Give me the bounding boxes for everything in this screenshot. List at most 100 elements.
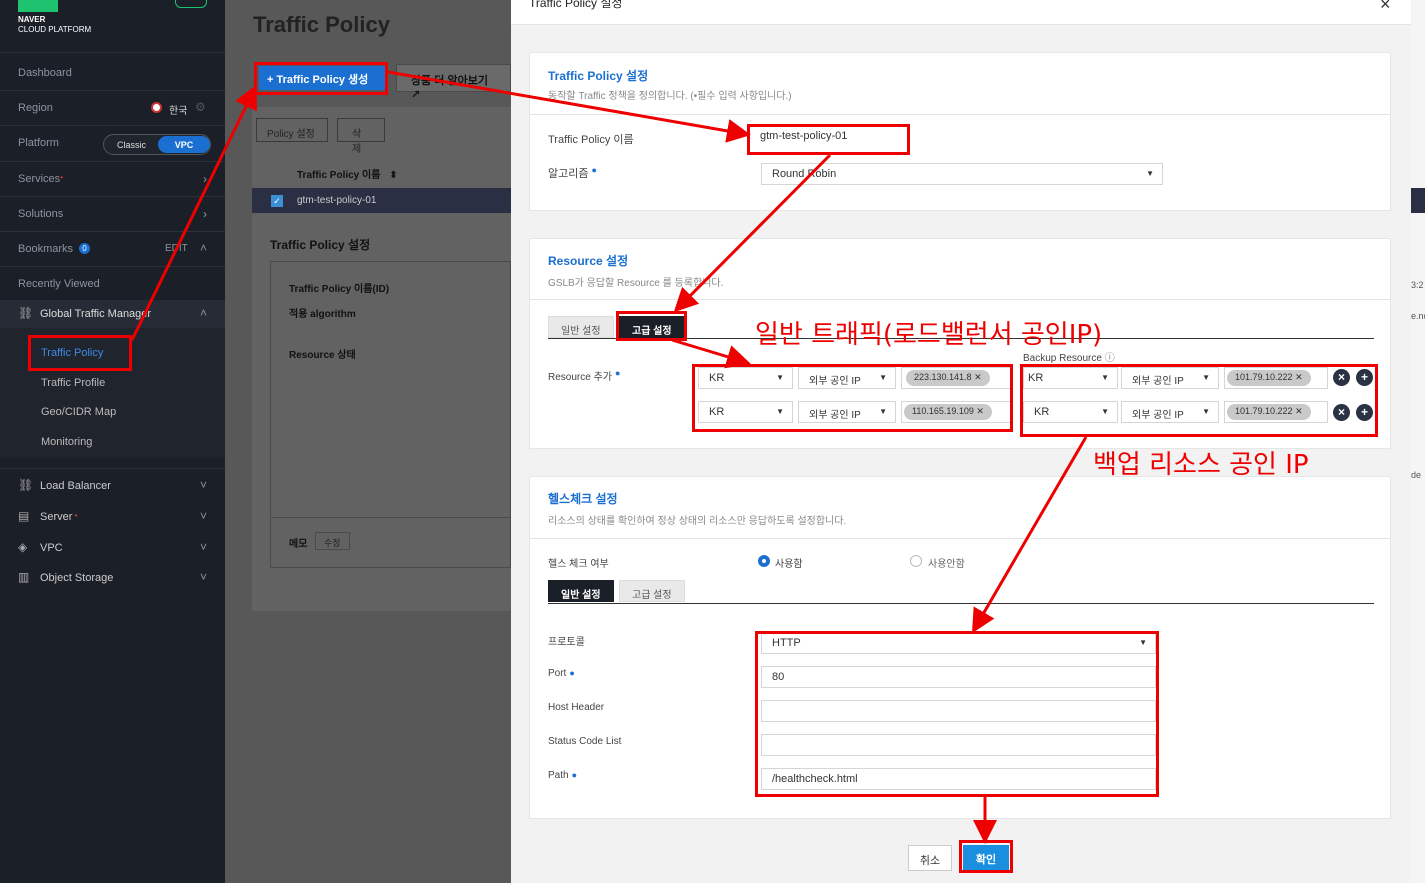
backup-ip-chip[interactable]: 101.79.10.222 ✕ [1227,404,1311,420]
caret-down-icon: ▼ [1101,407,1109,416]
radio-use[interactable] [758,555,770,567]
sidebar-item-geo-cidr-map[interactable]: Geo/CIDR Map [41,406,116,418]
platform-toggle[interactable]: Classic VPC [103,134,211,155]
naver-logo[interactable] [18,0,58,12]
chevron-down-icon[interactable]: ˅ [200,570,207,584]
tab-basic[interactable]: 일반 설정 [548,316,614,338]
korea-flag-icon [151,102,162,113]
sidebar-item-monitoring[interactable]: Monitoring [41,436,92,448]
caret-down-icon: ▼ [879,407,887,416]
table-header-name[interactable]: Traffic Policy 이름 ⬍ [297,166,398,181]
backup-type-select[interactable]: 외부 공인 IP ▼ [1121,401,1219,423]
protocol-select[interactable]: HTTP ▼ [761,632,1156,654]
right-strip-text: de [1411,470,1422,480]
right-strip-text: 3:2 [1411,280,1424,290]
port-label: Port ● [548,668,575,679]
sidebar-vpc[interactable]: VPC [40,542,63,554]
sidebar-item-traffic-policy[interactable]: Traffic Policy [41,347,103,359]
chevron-up-icon[interactable]: ˄ [200,306,207,320]
backup-region-select[interactable]: KR ▼ [1023,367,1118,389]
remove-icon[interactable]: ✕ [976,406,984,416]
caret-down-icon: ▼ [1202,373,1210,382]
detail-resource-label: Resource 상태 [289,350,356,361]
sidebar-item-traffic-profile[interactable]: Traffic Profile [41,377,105,389]
sidebar-bookmarks[interactable]: Bookmarks [18,243,73,255]
remove-row-icon[interactable]: × [1333,404,1350,421]
path-input[interactable]: /healthcheck.html [761,768,1156,790]
chevron-down-icon[interactable]: ˅ [200,540,207,554]
resource-ip-chip[interactable]: 223.130.141.8 ✕ [906,370,990,386]
table-row[interactable] [252,188,511,213]
caret-down-icon: ▼ [1146,169,1154,178]
bookmarks-edit[interactable]: EDIT [165,243,188,254]
algorithm-select[interactable]: Round Robin ▼ [761,163,1163,185]
sidebar-dashboard[interactable]: Dashboard [18,67,72,79]
resource-type-select[interactable]: 외부 공인 IP ▼ [798,367,896,389]
backup-type-select[interactable]: 외부 공인 IP ▼ [1121,367,1219,389]
sidebar-solutions[interactable]: Solutions [18,208,63,220]
resource-ip-chip[interactable]: 110.165.19.109 ✕ [904,404,992,420]
tab-basic[interactable]: 일반 설정 [548,580,614,602]
help-icon[interactable]: ⓘ [1105,353,1115,364]
add-row-icon[interactable]: + [1356,369,1373,386]
path-label: Path ● [548,770,578,781]
port-input[interactable]: 80 [761,666,1156,688]
learn-more-link[interactable]: 상품 더 알아보기 ↗ [396,64,511,101]
radio-nouse[interactable] [910,555,922,567]
chevron-down-icon[interactable]: ˅ [200,478,207,492]
row-policy-name: gtm-test-policy-01 [297,195,377,206]
vpc-icon: ◈ [18,540,28,554]
remove-icon[interactable]: ✕ [1295,372,1303,382]
caret-down-icon: ▼ [776,407,784,416]
chevron-down-icon[interactable]: ˅ [200,509,207,523]
close-icon[interactable]: × [1380,0,1391,15]
resource-type-select[interactable]: 외부 공인 IP ▼ [798,401,896,423]
backup-ip-chip[interactable]: 101.79.10.222 ✕ [1227,370,1311,386]
backup-region-select[interactable]: KR ▼ [1023,401,1118,423]
sidebar: NAVER CLOUD PLATFORM Dashboard Region 한국… [0,0,225,883]
tab-advanced[interactable]: 고급 설정 [619,580,685,602]
host-header-input[interactable] [761,700,1156,722]
divider [0,266,225,267]
memo-edit-button[interactable]: 수정 [315,532,350,550]
sidebar-object-storage[interactable]: Object Storage [40,572,113,584]
add-row-icon[interactable]: + [1356,404,1373,421]
status-code-input[interactable] [761,734,1156,756]
platform-classic[interactable]: Classic [117,140,146,150]
confirm-button[interactable]: 확인 [963,845,1009,871]
region-value[interactable]: 한국 [169,102,187,117]
policy-name-input[interactable]: gtm-test-policy-01 [749,126,907,148]
backup-resource-label: Backup Resource ⓘ [1023,353,1115,364]
caret-down-icon: ▼ [1101,373,1109,382]
healthcheck-toggle-label: 헬스 체크 여부 [548,559,609,570]
sidebar-services[interactable]: Services• [18,173,63,185]
resource-region-select[interactable]: KR ▼ [698,367,793,389]
detail-divider [270,517,511,518]
sort-icon[interactable]: ⬍ [389,170,397,181]
sidebar-server[interactable]: Server • [40,511,77,523]
status-code-label: Status Code List [548,736,622,747]
bookmarks-count-badge: 0 [79,243,90,254]
logo-badge [175,0,207,8]
gear-icon[interactable]: ⚙ [195,100,206,114]
resource-region-select[interactable]: KR ▼ [698,401,793,423]
sidebar-gtm[interactable]: Global Traffic Manager [40,308,151,320]
row-checkbox[interactable]: ✓ [271,195,283,207]
policy-section-title: Traffic Policy 설정 [548,69,649,83]
remove-row-icon[interactable]: × [1333,369,1350,386]
create-policy-button[interactable]: + Traffic Policy 생성 [259,66,385,90]
chevron-up-icon[interactable]: ˄ [200,241,207,255]
caret-down-icon: ▼ [776,373,784,382]
platform-vpc[interactable]: VPC [158,136,210,153]
radio-use-label: 사용함 [775,559,803,570]
remove-icon[interactable]: ✕ [974,372,982,382]
tab-advanced[interactable]: 고급 설정 [619,316,685,338]
cancel-button[interactable]: 취소 [908,845,952,871]
delete-button[interactable]: 삭제 [337,118,385,155]
sidebar-load-balancer[interactable]: Load Balancer [40,480,111,492]
server-icon: ▤ [18,509,30,523]
remove-icon[interactable]: ✕ [1295,406,1303,416]
resource-section-title: Resource 설정 [548,254,629,268]
policy-setting-button[interactable]: Policy 설정 [256,118,328,142]
sidebar-recently-viewed[interactable]: Recently Viewed [18,278,100,290]
